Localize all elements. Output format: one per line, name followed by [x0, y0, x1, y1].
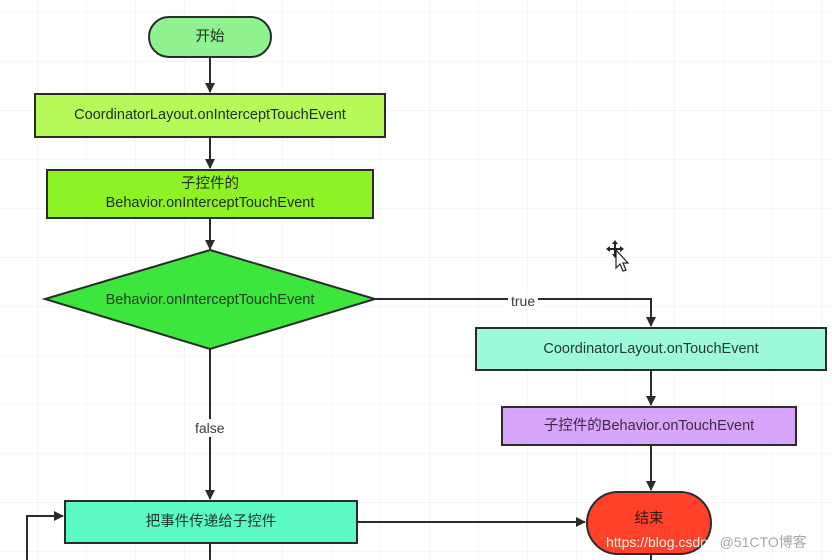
coordinator-intercept-node[interactable]: CoordinatorLayout.onInterceptTouchEvent [34, 93, 386, 138]
move-cursor-icon [606, 240, 630, 272]
watermark: https://blog.csdn.n@51CTO博客 [606, 532, 807, 552]
edge-loop-back [26, 511, 64, 560]
edge-label-true: true [508, 292, 539, 310]
child-behavior-intercept-line2: Behavior.onInterceptTouchEvent [105, 195, 315, 211]
child-behavior-touch-label: 子控件的Behavior.onTouchEvent [543, 417, 755, 434]
end-label: 结束 [634, 510, 664, 527]
dispatch-to-child-node[interactable]: 把事件传递给子控件 [64, 500, 358, 544]
connectors [26, 58, 656, 560]
child-behavior-intercept-node[interactable]: 子控件的 Behavior.onInterceptTouchEvent [46, 169, 374, 219]
decision-label: Behavior.onInterceptTouchEvent [105, 292, 315, 308]
child-behavior-intercept-line1: 子控件的 [181, 176, 239, 192]
coordinator-touch-node[interactable]: CoordinatorLayout.onTouchEvent [475, 327, 827, 371]
watermark-url: https://blog.csdn.n [606, 534, 720, 550]
watermark-tail: @51CTO博客 [719, 534, 807, 550]
dispatch-to-child-label: 把事件传递给子控件 [145, 513, 277, 530]
child-behavior-touch-node[interactable]: 子控件的Behavior.onTouchEvent [501, 406, 797, 446]
coordinator-touch-label: CoordinatorLayout.onTouchEvent [543, 340, 759, 357]
edge-label-false: false [192, 419, 228, 437]
coordinator-intercept-label: CoordinatorLayout.onInterceptTouchEvent [74, 107, 346, 123]
start-node[interactable]: 开始 [148, 16, 272, 58]
start-label: 开始 [195, 28, 225, 45]
